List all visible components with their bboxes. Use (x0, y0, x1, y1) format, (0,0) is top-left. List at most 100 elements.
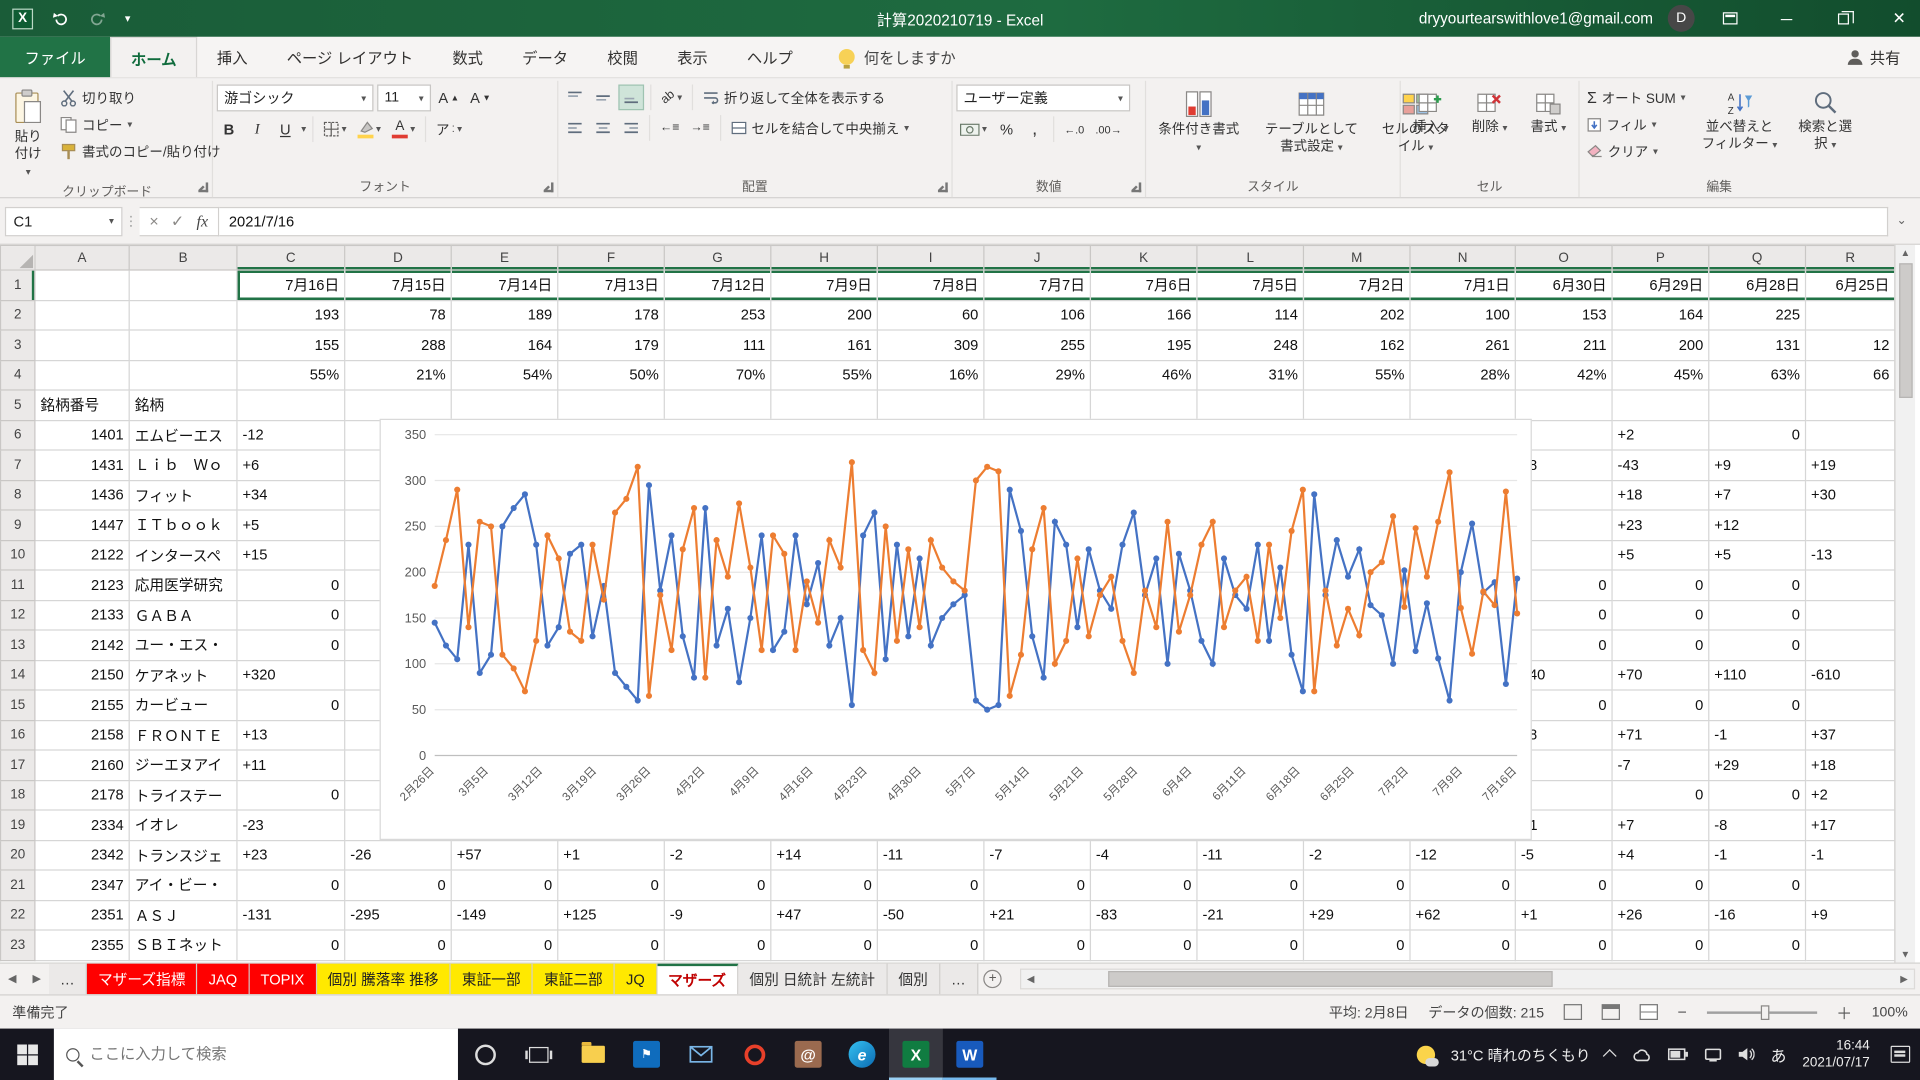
increase-indent-button[interactable]: →≡ (687, 115, 714, 141)
cell-P17[interactable]: -7 (1612, 750, 1709, 780)
cell-A12[interactable]: 2133 (35, 600, 129, 630)
cell-B13[interactable]: ユー・エス・ (129, 630, 237, 660)
cell-J2[interactable]: 106 (984, 300, 1091, 330)
cell-A11[interactable]: 2123 (35, 570, 129, 600)
column-header-G[interactable]: G (664, 246, 771, 270)
battery-icon[interactable] (1668, 1048, 1689, 1060)
cut-button[interactable]: 切り取り (56, 84, 224, 110)
cell-A1[interactable] (35, 270, 129, 300)
paste-button[interactable]: 貼り付け ▾ (6, 84, 50, 182)
sheet-tab-kobetsu[interactable]: 個別 (887, 964, 940, 995)
cell-P7[interactable]: -43 (1612, 450, 1709, 480)
cell-E4[interactable]: 54% (451, 360, 558, 390)
clear-button[interactable]: クリア ▾ (1583, 138, 1689, 164)
conditional-formatting-button[interactable]: 条件付き書式 ▾ (1150, 84, 1248, 176)
cell-E21[interactable]: 0 (451, 870, 558, 900)
sort-filter-button[interactable]: AZ 並べ替えとフィルター ▾ (1695, 84, 1783, 176)
cell-L3[interactable]: 248 (1197, 330, 1304, 360)
cell-G5[interactable] (664, 390, 771, 420)
cell-P19[interactable]: +7 (1612, 810, 1709, 840)
cell-F1[interactable]: 7月13日 (558, 270, 665, 300)
row-header-20[interactable]: 20 (1, 840, 35, 870)
scroll-right-arrow[interactable]: ▶ (1894, 973, 1914, 984)
start-button[interactable] (0, 1029, 54, 1080)
cell-P9[interactable]: +23 (1612, 510, 1709, 540)
tab-home[interactable]: ホーム (110, 37, 197, 77)
cell-R5[interactable] (1806, 390, 1895, 420)
cell-A21[interactable]: 2347 (35, 870, 129, 900)
sheet-tab-kobetsu-nittokei-hidaritokei[interactable]: 個別 日統計 左統計 (738, 964, 887, 995)
cell-L23[interactable]: 0 (1197, 930, 1304, 960)
network-icon[interactable] (1704, 1048, 1721, 1061)
align-bottom-button[interactable] (618, 84, 644, 110)
cell-N3[interactable]: 261 (1410, 330, 1515, 360)
cell-K5[interactable] (1090, 390, 1197, 420)
namebox-splitter[interactable]: ⋮ (122, 213, 139, 229)
column-header-I[interactable]: I (877, 246, 984, 270)
format-cells-button[interactable]: 書式 ▾ (1524, 84, 1572, 176)
align-top-button[interactable] (562, 84, 586, 110)
formula-input[interactable]: 2021/7/16 (219, 206, 1888, 235)
format-as-table-button[interactable]: テーブルとして書式設定 ▾ (1254, 84, 1369, 176)
tab-page-layout[interactable]: ページ レイアウト (267, 37, 433, 77)
cell-E22[interactable]: -149 (451, 900, 558, 930)
vertical-scrollbar[interactable]: ▲ ▼ (1894, 245, 1915, 963)
column-header-A[interactable]: A (35, 246, 129, 270)
sheet-nav-right[interactable]: ▶ (24, 964, 48, 995)
restore-button[interactable] (1822, 0, 1864, 37)
cell-A16[interactable]: 2158 (35, 720, 129, 750)
cell-Q14[interactable]: +110 (1709, 660, 1806, 690)
share-button[interactable]: 共有 (1848, 37, 1920, 77)
cell-G4[interactable]: 70% (664, 360, 771, 390)
cell-D5[interactable] (345, 390, 452, 420)
wrap-text-button[interactable]: 折り返して全体を表示する (699, 84, 888, 110)
alignment-dialog-launcher[interactable] (938, 182, 948, 192)
cell-Q15[interactable]: 0 (1709, 690, 1806, 720)
cell-Q10[interactable]: +5 (1709, 540, 1806, 570)
row-header-11[interactable]: 11 (1, 570, 35, 600)
sheet-tab-ellipsis-left[interactable]: … (49, 964, 87, 995)
cell-B3[interactable] (129, 330, 237, 360)
italic-button[interactable]: I (245, 116, 269, 142)
tab-insert[interactable]: 挿入 (197, 37, 267, 77)
cell-P12[interactable]: 0 (1612, 600, 1709, 630)
sheet-tab-tosho-ichibu[interactable]: 東証一部 (451, 964, 533, 995)
cell-Q4[interactable]: 63% (1709, 360, 1806, 390)
cell-L1[interactable]: 7月5日 (1197, 270, 1304, 300)
cell-B17[interactable]: ジーエヌアイ (129, 750, 237, 780)
find-select-button[interactable]: 検索と選択 ▾ (1790, 84, 1861, 176)
zoom-slider-thumb[interactable] (1760, 1005, 1769, 1020)
cell-C3[interactable]: 155 (237, 330, 345, 360)
tab-data[interactable]: データ (503, 37, 588, 77)
cell-Q17[interactable]: +29 (1709, 750, 1806, 780)
cell-B20[interactable]: トランスジェ (129, 840, 237, 870)
cell-C16[interactable]: +13 (237, 720, 345, 750)
vertical-scroll-thumb[interactable] (1899, 263, 1912, 398)
orientation-button[interactable]: ab▾ (658, 84, 686, 110)
cell-H23[interactable]: 0 (771, 930, 878, 960)
column-header-O[interactable]: O (1515, 246, 1612, 270)
cell-H1[interactable]: 7月9日 (771, 270, 878, 300)
cell-F20[interactable]: +1 (558, 840, 665, 870)
increase-decimal-button[interactable]: ←.0 (1060, 116, 1088, 142)
row-header-19[interactable]: 19 (1, 810, 35, 840)
cell-P4[interactable]: 45% (1612, 360, 1709, 390)
cell-A22[interactable]: 2351 (35, 900, 129, 930)
cell-O21[interactable]: 0 (1515, 870, 1612, 900)
cell-E23[interactable]: 0 (451, 930, 558, 960)
copy-button[interactable]: コピー ▾ (56, 111, 224, 137)
cell-N23[interactable]: 0 (1410, 930, 1515, 960)
cell-J3[interactable]: 255 (984, 330, 1091, 360)
horizontal-scrollbar[interactable]: ◀ ▶ (1020, 969, 1915, 990)
cell-R19[interactable]: +17 (1806, 810, 1895, 840)
cell-B19[interactable]: イオレ (129, 810, 237, 840)
cell-B22[interactable]: ＡＳＪ (129, 900, 237, 930)
cell-A17[interactable]: 2160 (35, 750, 129, 780)
cell-Q18[interactable]: 0 (1709, 780, 1806, 810)
cell-R23[interactable] (1806, 930, 1895, 960)
cell-M21[interactable]: 0 (1303, 870, 1410, 900)
cell-K1[interactable]: 7月6日 (1090, 270, 1197, 300)
cell-P18[interactable]: 0 (1612, 780, 1709, 810)
cell-C1[interactable]: 7月16日 (237, 270, 345, 300)
borders-button[interactable]: ▾ (320, 116, 351, 142)
